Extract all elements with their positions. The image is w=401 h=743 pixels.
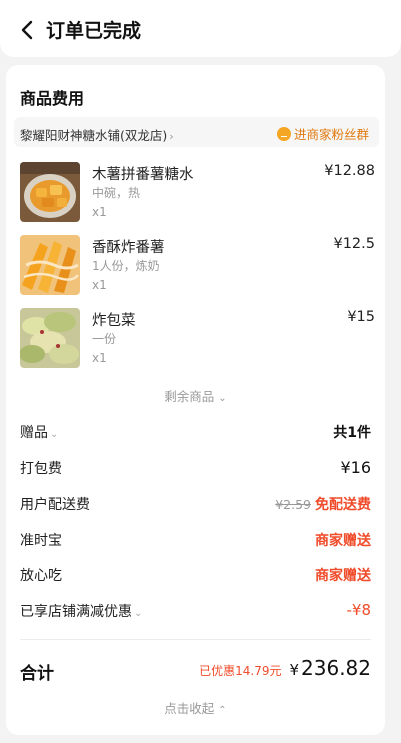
collapse-toggle[interactable]: 点击收起 ⌃ xyxy=(6,698,385,717)
total-label: 合计 xyxy=(20,664,54,684)
fee-value: 商家赠送 xyxy=(315,568,371,584)
list-item[interactable]: 炸包菜 一份 x1 ¥15 xyxy=(20,308,375,370)
fee-value: -¥8 xyxy=(346,601,372,619)
fee-label: 赠品 xyxy=(20,425,48,441)
item-qty: x1 xyxy=(92,278,107,292)
item-price: ¥15 xyxy=(347,309,375,325)
fee-label: 用户配送费 xyxy=(20,497,90,513)
section-title: 商品费用 xyxy=(20,89,85,108)
fee-value: ¥16 xyxy=(340,458,371,477)
fee-row-packing: 打包费 ¥16 xyxy=(20,458,371,480)
top-bar: 订单已完成 xyxy=(0,0,401,57)
item-price: ¥12.88 xyxy=(324,163,375,179)
item-spec: 一份 xyxy=(92,332,117,346)
item-price: ¥12.5 xyxy=(333,236,375,252)
chevron-down-icon: ⌄ xyxy=(50,429,59,440)
fee-value: 商家赠送 xyxy=(315,533,371,549)
item-qty: x1 xyxy=(92,351,107,365)
shop-name-link[interactable]: 黎耀阳财神糖水铺(双龙店) › xyxy=(20,125,174,144)
original-fee: ¥2.59 xyxy=(275,497,311,512)
fee-row-discount[interactable]: 已享店铺满减优惠 ⌄ -¥8 xyxy=(20,601,371,623)
currency-symbol: ¥ xyxy=(289,661,300,679)
item-name: 木薯拼番薯糖水 xyxy=(92,167,194,183)
shop-bar: 黎耀阳财神糖水铺(双龙店) › 进商家粉丝群 xyxy=(14,117,379,147)
fee-label: 打包费 xyxy=(20,461,62,477)
fee-label: 准时宝 xyxy=(20,533,62,549)
item-qty: x1 xyxy=(92,205,107,219)
fee-value: 共1件 xyxy=(333,425,371,441)
chevron-down-icon: ⌄ xyxy=(218,393,227,404)
fee-label: 放心吃 xyxy=(20,568,62,584)
fee-card: 商品费用 黎耀阳财神糖水铺(双龙店)› 进商家粉丝群 木薯拼番薯糖水 中碗，热 xyxy=(6,65,385,735)
fan-group-icon xyxy=(276,126,291,141)
item-name: 炸包菜 xyxy=(92,313,136,329)
fee-value: ¥2.59 免配送费 xyxy=(275,494,371,514)
item-spec: 中碗，热 xyxy=(92,186,141,200)
free-delivery-label: 免配送费 xyxy=(315,497,371,513)
chevron-up-icon: ⌃ xyxy=(218,705,227,716)
collapse-label: 点击收起 xyxy=(164,701,215,716)
fan-group-button[interactable]: 进商家粉丝群 xyxy=(276,124,369,143)
total-value: 236.82 xyxy=(301,656,371,680)
product-image xyxy=(20,235,80,295)
more-items-label: 剩余商品 xyxy=(164,389,215,404)
fee-row-ontime: 准时宝 商家赠送 xyxy=(20,530,371,552)
back-arrow-icon[interactable] xyxy=(18,19,38,41)
chevron-down-icon: ⌄ xyxy=(134,608,143,619)
page-title: 订单已完成 xyxy=(46,20,142,42)
item-name: 香酥炸番薯 xyxy=(92,240,165,256)
product-image xyxy=(20,162,80,222)
list-item[interactable]: 木薯拼番薯糖水 中碗，热 x1 ¥12.88 xyxy=(20,162,375,224)
fee-row-delivery: 用户配送费 ¥2.59 免配送费 xyxy=(20,494,371,516)
item-spec: 1人份，炼奶 xyxy=(92,259,160,273)
list-item[interactable]: 香酥炸番薯 1人份，炼奶 x1 ¥12.5 xyxy=(20,235,375,297)
divider xyxy=(20,639,371,640)
fee-label: 已享店铺满减优惠 xyxy=(20,604,132,620)
product-image xyxy=(20,308,80,368)
saved-amount: 已优惠14.79元 xyxy=(199,664,282,678)
fee-row-safe-eat: 放心吃 商家赠送 xyxy=(20,565,371,587)
fee-row-gift[interactable]: 赠品 ⌄ 共1件 xyxy=(20,422,371,444)
fan-group-label: 进商家粉丝群 xyxy=(293,127,369,142)
shop-name: 黎耀阳财神糖水铺(双龙店) xyxy=(20,128,168,143)
chevron-right-icon: › xyxy=(169,130,174,143)
total-amount: ¥236.82 xyxy=(289,656,371,680)
more-items-toggle[interactable]: 剩余商品 ⌄ xyxy=(6,386,385,405)
total-summary: 已优惠14.79元 ¥236.82 xyxy=(199,656,371,680)
